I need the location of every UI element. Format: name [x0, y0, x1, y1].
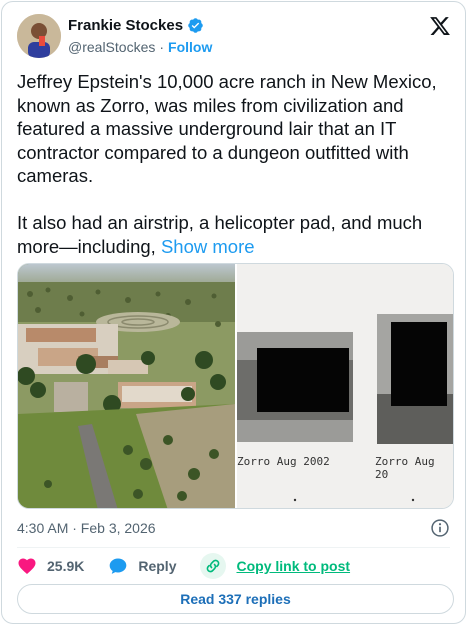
heart-icon: [18, 558, 36, 574]
author-name[interactable]: Frankie Stockes: [68, 17, 183, 34]
tweet-actions: 25.9K Reply Copy link to post: [17, 553, 374, 579]
show-more-link[interactable]: Show more: [161, 236, 255, 257]
follow-button[interactable]: Follow: [168, 39, 212, 55]
x-logo-icon[interactable]: [429, 15, 451, 37]
zorro-photo-strip[interactable]: Zorro Aug 2002 Zorro Aug 20: [237, 264, 453, 508]
link-icon: [207, 559, 220, 573]
verified-badge-icon: [188, 18, 203, 33]
separator-dot: ·: [159, 39, 165, 55]
reply-button[interactable]: Reply: [108, 556, 176, 576]
ranch-aerial-photo[interactable]: [18, 264, 235, 508]
copy-link-button[interactable]: Copy link to post: [200, 553, 350, 579]
tweet-media[interactable]: Zorro Aug 2002 Zorro Aug 20: [17, 263, 454, 509]
tweet-body: Jeffrey Epstein's 10,000 acre ranch in N…: [17, 71, 437, 257]
like-count: 25.9K: [47, 558, 85, 574]
copy-link-label: Copy link to post: [236, 558, 351, 574]
reply-bubble-icon: [110, 558, 127, 574]
avatar[interactable]: [17, 14, 61, 58]
divider: [17, 547, 450, 548]
photo-caption-2: Zorro Aug 20: [375, 455, 435, 481]
author-handle-row: @realStockes · Follow: [68, 39, 212, 55]
tweet-timestamp[interactable]: 4:30 AM · Feb 3, 2026: [17, 520, 156, 536]
photo-caption-1: Zorro Aug 2002: [237, 455, 330, 468]
info-icon[interactable]: [430, 518, 450, 538]
author-handle[interactable]: @realStockes: [68, 39, 155, 55]
copy-icon-wrap: [200, 553, 227, 579]
like-button[interactable]: 25.9K: [17, 556, 84, 576]
tweet-text: Jeffrey Epstein's 10,000 acre ranch in N…: [17, 70, 457, 258]
reply-label: Reply: [138, 558, 177, 574]
read-replies-button[interactable]: Read 337 replies: [17, 584, 454, 614]
author-name-row: Frankie Stockes: [68, 17, 204, 34]
tweet-card: Frankie Stockes @realStockes · Follow Je…: [1, 1, 466, 624]
